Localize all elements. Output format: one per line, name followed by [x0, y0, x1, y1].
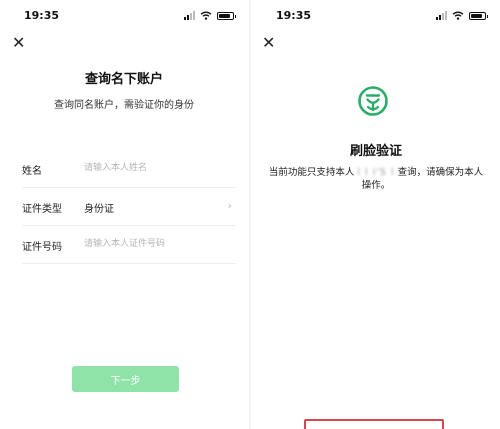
status-icons: [184, 11, 236, 20]
next-button[interactable]: 下一步: [72, 366, 179, 392]
face-verify-screen: 19:35 ✕ 刷脸验证 当前功能只支持本人 l l i'S l 查询，请确保为…: [252, 0, 500, 429]
status-bar: 19:35: [252, 9, 500, 25]
id-type-selector[interactable]: 证件类型 身份证 ›: [22, 188, 236, 226]
highlight-box: [304, 419, 444, 429]
wifi-icon: [200, 11, 212, 20]
close-icon[interactable]: ✕: [262, 35, 275, 51]
id-number-label: 证件号码: [22, 242, 62, 253]
wifi-icon: [452, 11, 464, 20]
face-verify-icon: [358, 86, 388, 116]
battery-icon: [469, 11, 488, 20]
verify-description: 当前功能只支持本人 l l i'S l 查询，请确保为本人操作。: [268, 166, 484, 192]
id-number-input[interactable]: [84, 235, 224, 253]
status-time: 19:35: [276, 9, 312, 22]
signal-icon: [436, 11, 447, 20]
status-bar: 19:35: [0, 9, 248, 25]
close-icon[interactable]: ✕: [12, 35, 25, 51]
name-field[interactable]: 姓名: [22, 150, 236, 188]
battery-icon: [217, 11, 236, 20]
id-type-label: 证件类型: [22, 204, 62, 215]
name-input[interactable]: [84, 159, 224, 177]
page-title: 刷脸验证: [349, 144, 402, 159]
query-account-screen: 19:35 ✕ 查询名下账户 查询同名账户，需验证你的身份 姓名 证件类型 身份…: [0, 0, 248, 429]
desc-prefix: 当前功能只支持本人: [268, 167, 355, 178]
name-label: 姓名: [22, 166, 42, 177]
page-subtitle: 查询同名账户，需验证你的身份: [54, 100, 194, 111]
status-icons: [436, 11, 488, 20]
signal-icon: [184, 11, 195, 20]
screen-divider: [249, 0, 251, 429]
id-number-field[interactable]: 证件号码: [22, 226, 236, 264]
chevron-right-icon: ›: [227, 199, 232, 212]
redacted-text: l l i'S l: [357, 167, 395, 178]
page-title: 查询名下账户: [84, 72, 163, 87]
status-time: 19:35: [24, 9, 60, 22]
id-type-value: 身份证: [84, 204, 114, 215]
